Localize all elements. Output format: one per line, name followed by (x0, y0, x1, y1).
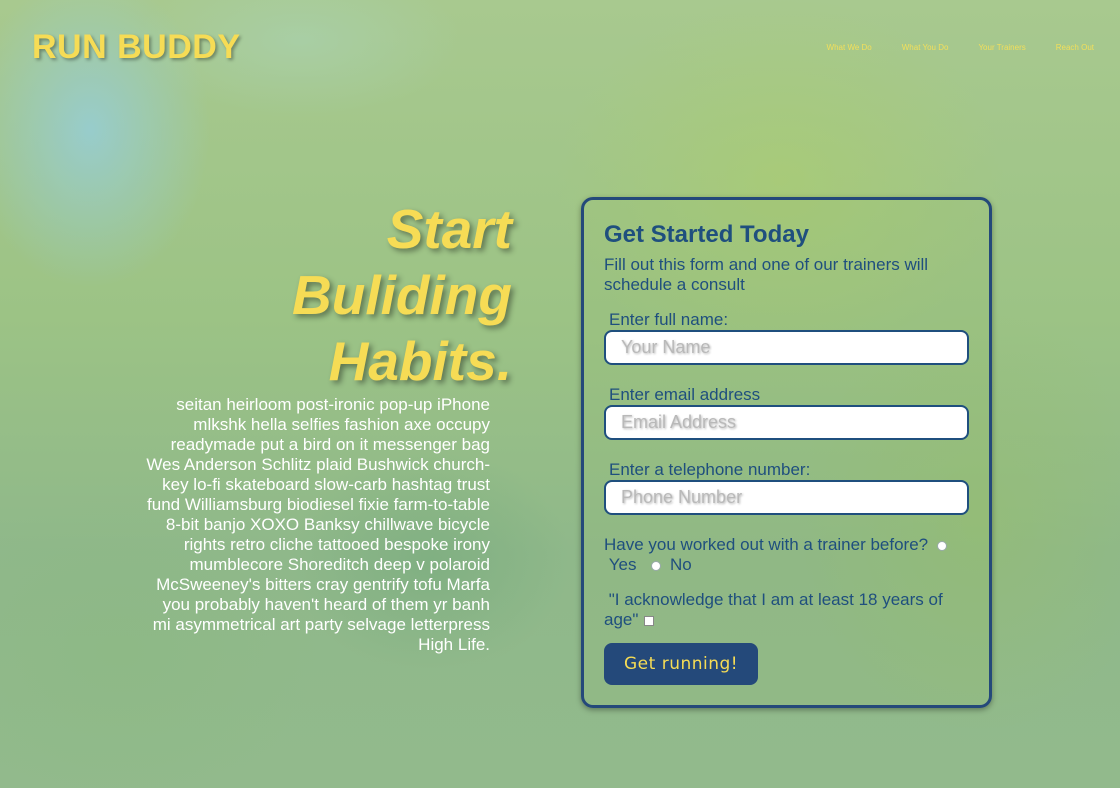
nav-your-trainers[interactable]: Your Trainers (978, 43, 1025, 52)
nav-reach-out[interactable]: Reach Out (1056, 43, 1094, 52)
submit-button[interactable]: Get running! (604, 643, 759, 685)
radio-yes-label: Yes (608, 555, 637, 574)
name-label: Enter full name: (609, 310, 729, 329)
trainer-question: Have you worked out with a trainer befor… (604, 535, 964, 575)
hero-title-line-1: Start (386, 198, 512, 260)
hero-description: seitan heirloom post-ironic pop-up iPhon… (146, 395, 490, 654)
main-nav: What We Do What You Do Your Trainers Rea… (827, 43, 1094, 52)
email-label: Enter email address (609, 385, 761, 404)
radio-no-label: No (669, 555, 692, 574)
trainer-question-text: Have you worked out with a trainer befor… (604, 535, 929, 554)
age-checkbox[interactable] (644, 615, 655, 626)
radio-no[interactable] (651, 560, 662, 571)
radio-yes[interactable] (936, 540, 947, 551)
hero-title-line-2: Buliding (292, 264, 512, 326)
email-input[interactable] (604, 405, 969, 440)
age-acknowledgement: "I acknowledge that I am at least 18 yea… (604, 590, 969, 630)
site-logo[interactable]: RUN BUDDY (32, 28, 241, 67)
nav-what-we-do[interactable]: What We Do (827, 43, 872, 52)
phone-input[interactable] (604, 480, 969, 515)
age-acknowledgement-text: "I acknowledge that I am at least 18 yea… (604, 590, 943, 629)
hero-title-line-3: Habits. (328, 330, 512, 392)
form-intro: Fill out this form and one of our traine… (604, 255, 929, 294)
name-input[interactable] (604, 330, 969, 365)
form-title: Get Started Today (604, 221, 809, 248)
phone-label: Enter a telephone number: (609, 460, 811, 479)
hero-title: Start Buliding Habits. (250, 196, 512, 394)
nav-what-you-do[interactable]: What You Do (902, 43, 949, 52)
signup-form: Get Started Today Fill out this form and… (581, 197, 992, 708)
